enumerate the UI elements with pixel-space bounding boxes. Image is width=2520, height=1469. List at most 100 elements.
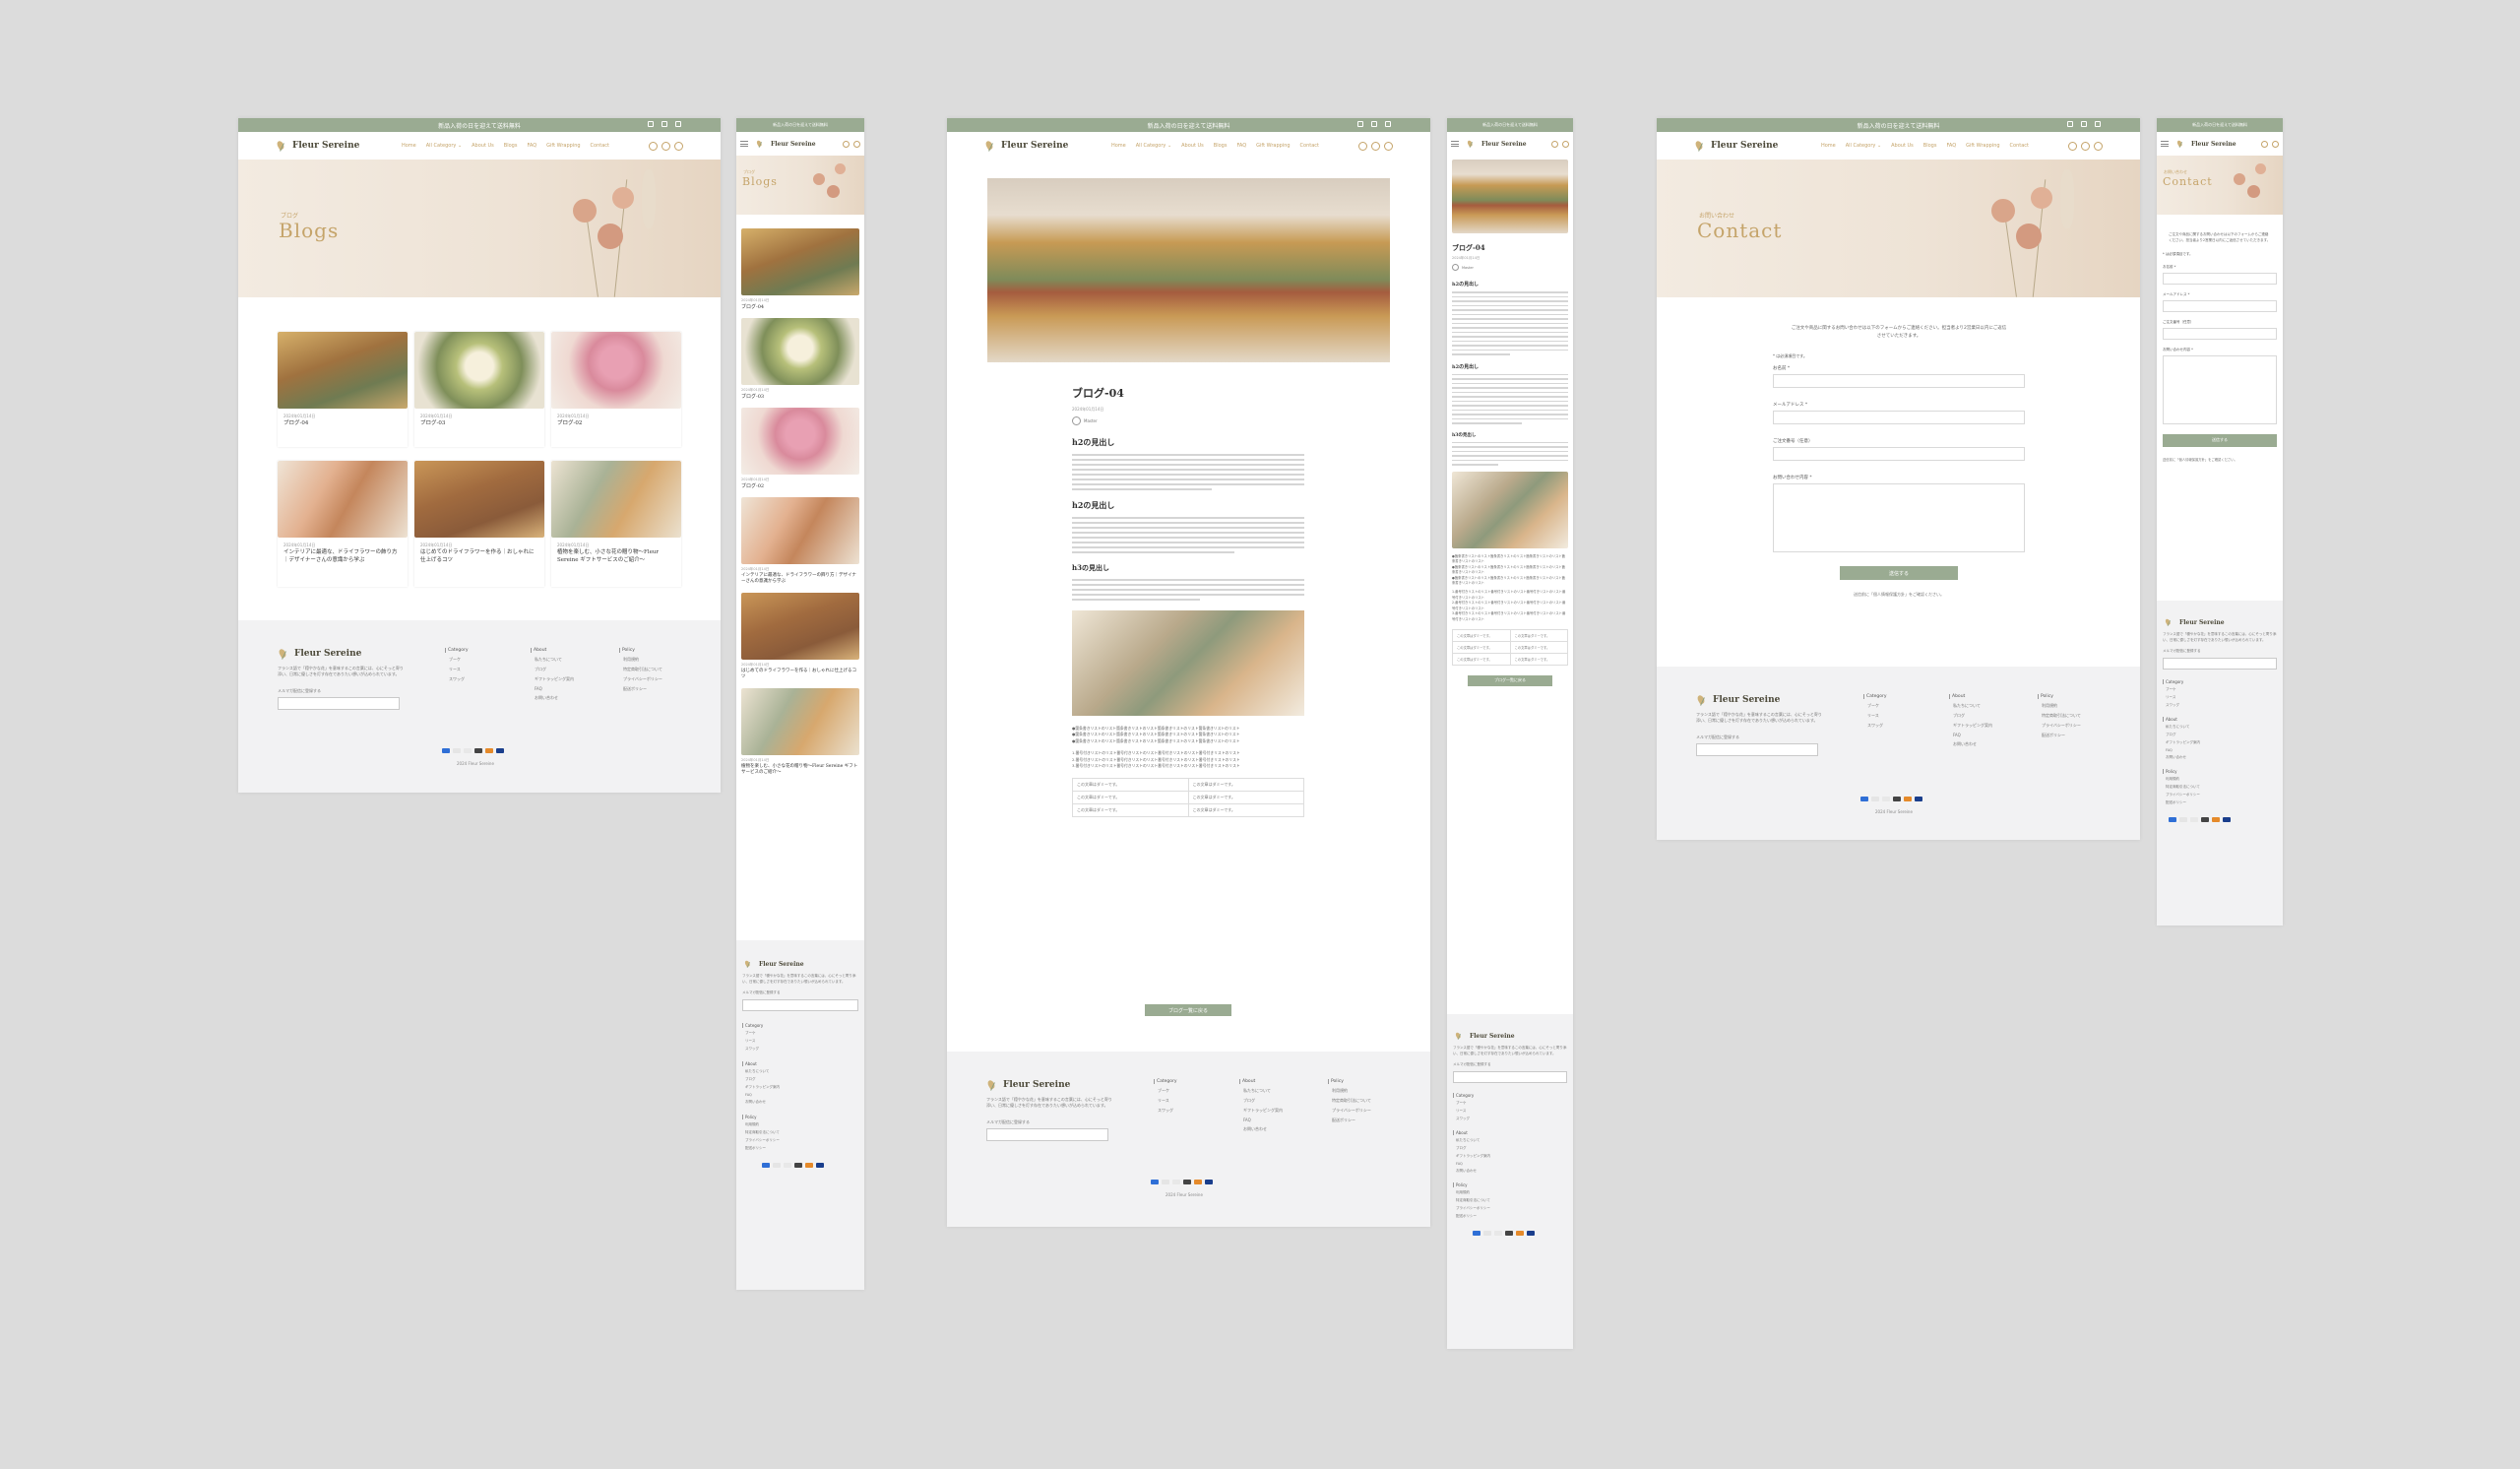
instagram-icon[interactable] xyxy=(2067,121,2073,127)
blog-thumbnail[interactable] xyxy=(741,593,859,660)
nav-blogs[interactable]: Blogs xyxy=(504,143,518,149)
footer-link[interactable]: スワッグ xyxy=(1158,1108,1177,1114)
footer-link[interactable]: お問い合わせ xyxy=(1456,1169,1567,1174)
nav-all-category[interactable]: All Category ⌄ xyxy=(1846,143,1881,149)
footer-link[interactable]: 配送ポリシー xyxy=(2042,733,2081,738)
account-icon[interactable] xyxy=(662,141,670,151)
footer-link[interactable]: プライバシーポリシー xyxy=(623,676,662,682)
post-title[interactable]: ブログ-03 xyxy=(741,393,859,400)
newsletter-email-input[interactable] xyxy=(1696,743,1818,757)
footer-link[interactable]: ブーケ xyxy=(1867,703,1887,709)
facebook-icon[interactable] xyxy=(662,121,667,127)
search-icon[interactable] xyxy=(649,141,658,151)
footer-link[interactable]: ブログ xyxy=(1456,1146,1567,1151)
footer-link[interactable]: ブログ xyxy=(1953,713,1992,719)
site-logo[interactable]: Fleur Sereine xyxy=(2174,138,2236,150)
site-logo[interactable]: Fleur Sereine xyxy=(754,138,816,150)
facebook-icon[interactable] xyxy=(1371,121,1377,127)
blog-card[interactable]: 2024年01月14日 インテリアに最適な、ドライフラワーの飾り方｜デザイナーさん… xyxy=(278,461,408,587)
blog-thumbnail[interactable] xyxy=(551,332,681,409)
menu-icon[interactable] xyxy=(740,141,748,147)
nav-about[interactable]: About Us xyxy=(1181,143,1204,149)
newsletter-email-input[interactable] xyxy=(278,697,400,711)
post-title[interactable]: インテリアに最適な、ドライフラワーの飾り方｜デザイナーさんの意識から学ぶ xyxy=(741,572,859,585)
account-icon[interactable] xyxy=(2081,141,2090,151)
footer-link[interactable]: 利用規約 xyxy=(2166,777,2277,782)
footer-logo[interactable]: Fleur Sereine xyxy=(2163,616,2277,628)
footer-logo[interactable]: Fleur Sereine xyxy=(1453,1030,1567,1042)
nav-about[interactable]: About Us xyxy=(472,143,494,149)
cart-icon[interactable] xyxy=(1384,141,1393,151)
footer-link[interactable]: お問い合わせ xyxy=(535,695,574,701)
footer-link[interactable]: プライバシーポリシー xyxy=(1456,1206,1567,1211)
blog-card[interactable]: 2024年01月14日 植物を楽しむ、小さな花の贈り物～Fleur Sereine… xyxy=(741,688,859,776)
nav-contact[interactable]: Contact xyxy=(1300,143,1319,149)
x-icon[interactable] xyxy=(675,121,681,127)
footer-link[interactable]: 特定商取引法について xyxy=(1332,1098,1371,1104)
back-to-blogs-button[interactable]: ブログ一覧に戻る xyxy=(1145,1004,1231,1016)
footer-logo[interactable]: Fleur Sereine xyxy=(986,1079,1114,1091)
blog-card[interactable]: 2024年01月14日 ブログ-04 xyxy=(278,332,408,447)
footer-link[interactable]: プライバシーポリシー xyxy=(1332,1108,1371,1114)
blog-thumbnail[interactable] xyxy=(741,228,859,295)
post-title[interactable]: はじめてのドライフラワーを作る｜おしゃれに仕上げるコツ xyxy=(741,668,859,680)
footer-link[interactable]: ブログ xyxy=(535,667,574,672)
nav-faq[interactable]: FAQ xyxy=(527,143,536,149)
message-textarea[interactable] xyxy=(1773,483,2025,553)
instagram-icon[interactable] xyxy=(648,121,654,127)
footer-link[interactable]: リース xyxy=(2166,695,2277,700)
blog-card[interactable]: 2024年01月14日 インテリアに最適な、ドライフラワーの飾り方｜デザイナーさん… xyxy=(741,497,859,585)
footer-link[interactable]: リース xyxy=(745,1039,858,1044)
footer-link[interactable]: 配送ポリシー xyxy=(1456,1214,1567,1219)
footer-link[interactable]: 配送ポリシー xyxy=(2166,800,2277,805)
x-icon[interactable] xyxy=(2095,121,2101,127)
footer-link[interactable]: リース xyxy=(1867,713,1887,719)
nav-faq[interactable]: FAQ xyxy=(1236,143,1246,149)
footer-link[interactable]: ギフトラッピング案内 xyxy=(1243,1108,1283,1114)
blog-card[interactable]: 2024年01月14日 ブログ-03 xyxy=(414,332,544,447)
footer-link[interactable]: ギフトラッピング案内 xyxy=(1456,1154,1567,1159)
submit-button[interactable]: 送信する xyxy=(1840,566,1958,581)
blog-thumbnail[interactable] xyxy=(741,497,859,564)
post-title[interactable]: ブログ-04 xyxy=(284,419,402,427)
newsletter-email-input[interactable] xyxy=(1453,1070,1567,1083)
footer-link[interactable]: 特定商取引法について xyxy=(1456,1198,1567,1203)
submit-button[interactable]: 送信する xyxy=(2163,433,2277,447)
footer-logo[interactable]: Fleur Sereine xyxy=(278,648,406,660)
footer-logo[interactable]: Fleur Sereine xyxy=(742,958,858,970)
post-title[interactable]: はじめてのドライフラワーを作る｜おしゃれに仕上げるコツ xyxy=(420,548,538,566)
post-title[interactable]: インテリアに最適な、ドライフラワーの飾り方｜デザイナーさんの意識から学ぶ xyxy=(284,548,402,566)
nav-all-category[interactable]: All Category ⌄ xyxy=(426,143,462,149)
blog-card[interactable]: 2024年01月14日 はじめてのドライフラワーを作る｜おしゃれに仕上げるコツ xyxy=(414,461,544,587)
blog-card[interactable]: 2024年01月14日 ブログ-04 xyxy=(741,228,859,310)
footer-link[interactable]: スワッグ xyxy=(1456,1117,1567,1121)
nav-gift-wrapping[interactable]: Gift Wrapping xyxy=(1256,143,1290,149)
newsletter-email-input[interactable] xyxy=(2163,657,2277,670)
footer-link[interactable]: FAQ xyxy=(1243,1118,1283,1122)
post-title[interactable]: ブログ-03 xyxy=(420,419,538,427)
footer-link[interactable]: スワッグ xyxy=(449,676,469,682)
x-icon[interactable] xyxy=(1385,121,1391,127)
footer-link[interactable]: ブーケ xyxy=(1158,1088,1177,1094)
footer-link[interactable]: プライバシーポリシー xyxy=(2166,793,2277,798)
footer-link[interactable]: ブーケ xyxy=(745,1031,858,1036)
menu-icon[interactable] xyxy=(2161,141,2169,147)
footer-link[interactable]: リース xyxy=(1158,1098,1177,1104)
footer-link[interactable]: 特定商取引法について xyxy=(2166,785,2277,790)
blog-thumbnail[interactable] xyxy=(741,408,859,475)
nav-about[interactable]: About Us xyxy=(1891,143,1914,149)
footer-link[interactable]: お問い合わせ xyxy=(745,1100,858,1105)
footer-link[interactable]: 配送ポリシー xyxy=(745,1146,858,1151)
cart-icon[interactable] xyxy=(674,141,683,151)
cart-icon[interactable] xyxy=(1562,140,1569,148)
blog-card[interactable]: 2024年01月14日 ブログ-03 xyxy=(741,318,859,400)
search-icon[interactable] xyxy=(1358,141,1367,151)
message-textarea[interactable] xyxy=(2163,354,2277,424)
footer-link[interactable]: 特定商取引法について xyxy=(623,667,662,672)
search-icon[interactable] xyxy=(843,140,850,148)
facebook-icon[interactable] xyxy=(2081,121,2087,127)
footer-link[interactable]: 特定商取引法について xyxy=(2042,713,2081,719)
footer-link[interactable]: FAQ xyxy=(2166,748,2277,752)
nav-blogs[interactable]: Blogs xyxy=(1923,143,1937,149)
nav-home[interactable]: Home xyxy=(1821,143,1836,149)
